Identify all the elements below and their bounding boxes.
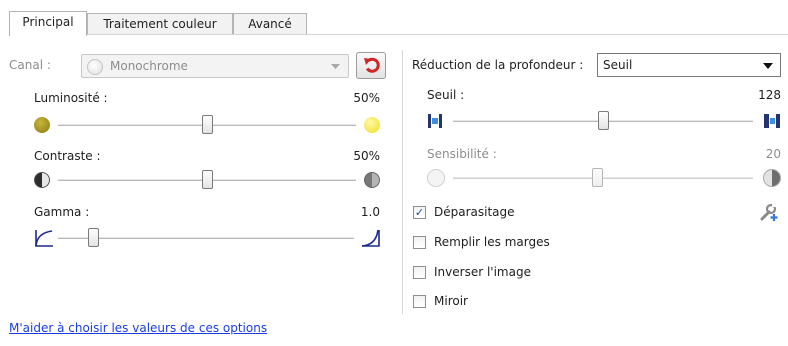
bit-depth-label: Réduction de la profondeur : (412, 58, 584, 72)
chevron-down-icon (331, 64, 340, 69)
bright-sun-icon (364, 117, 380, 133)
bit-depth-select[interactable]: Seuil (597, 53, 781, 77)
channel-value: Monochrome (110, 59, 188, 73)
help-link[interactable]: M'aider à choisir les valeurs de ces opt… (9, 321, 267, 335)
brightness-label: Luminosité : (34, 91, 108, 105)
gamma-high-curve-icon (361, 229, 380, 247)
fill-margins-label: Remplir les marges (434, 235, 550, 249)
sensitivity-label: Sensibilité : (427, 147, 497, 161)
threshold-slider[interactable] (427, 109, 781, 133)
sensitivity-thumb[interactable] (591, 168, 603, 187)
sensitivity-low-icon (427, 169, 445, 187)
threshold-value: 128 (758, 88, 781, 102)
low-contrast-icon (34, 172, 50, 188)
threshold-high-icon (764, 114, 780, 128)
gamma-thumb[interactable] (88, 228, 100, 247)
gamma-slider[interactable] (34, 226, 380, 250)
checkmark-icon: ✓ (414, 206, 425, 219)
invert-image-label: Inverser l'image (434, 265, 531, 279)
gamma-low-curve-icon (35, 230, 53, 247)
dim-sun-icon (34, 117, 50, 133)
tab-principal[interactable]: Principal (9, 11, 87, 36)
undo-arrow-icon (364, 57, 380, 73)
despeckle-label: Déparasitage (434, 205, 515, 219)
sensitivity-high-icon (763, 169, 781, 187)
reset-button[interactable] (356, 52, 386, 79)
contrast-slider[interactable] (34, 168, 380, 192)
contrast-value: 50% (353, 149, 380, 163)
sensitivity-slider[interactable] (427, 166, 781, 190)
chevron-down-icon (763, 63, 773, 69)
sensitivity-track (453, 177, 753, 179)
channel-select[interactable]: Monochrome (81, 54, 349, 78)
wrench-plus-icon[interactable] (758, 202, 780, 222)
bit-depth-value: Seuil (603, 58, 633, 72)
gamma-label: Gamma : (34, 205, 90, 219)
sensitivity-value: 20 (765, 147, 781, 161)
monochrome-circle-icon (87, 59, 103, 75)
threshold-low-icon (428, 114, 442, 128)
threshold-label: Seuil : (427, 88, 465, 102)
channel-label: Canal : (9, 58, 51, 72)
gamma-value: 1.0 (360, 205, 380, 219)
mirror-label: Miroir (434, 294, 468, 308)
contrast-thumb[interactable] (201, 170, 213, 189)
contrast-label: Contraste : (34, 149, 101, 163)
mirror-checkbox[interactable] (413, 295, 426, 308)
tab-advanced[interactable]: Avancé (233, 13, 307, 34)
brightness-value: 50% (353, 91, 380, 105)
brightness-thumb[interactable] (201, 115, 213, 134)
panel-divider (402, 50, 403, 314)
despeckle-checkbox[interactable]: ✓ (413, 206, 426, 219)
brightness-slider[interactable] (34, 113, 380, 137)
tab-color-processing[interactable]: Traitement couleur (87, 13, 233, 34)
high-contrast-icon (364, 172, 380, 188)
gamma-track (58, 237, 354, 239)
invert-image-checkbox[interactable] (413, 266, 426, 279)
fill-margins-checkbox[interactable] (413, 236, 426, 249)
threshold-thumb[interactable] (597, 111, 609, 130)
